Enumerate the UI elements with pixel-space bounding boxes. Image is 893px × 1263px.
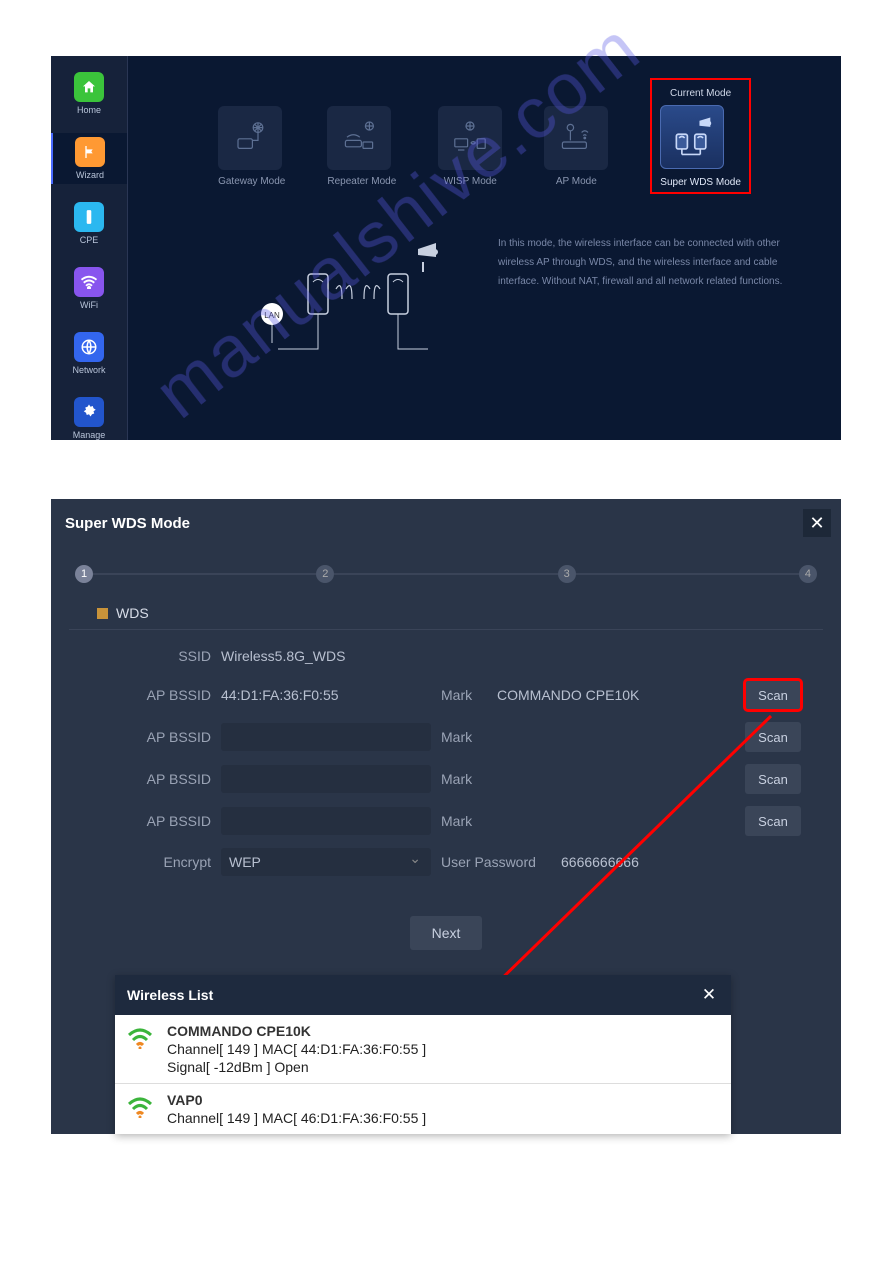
superwds-icon: [660, 105, 724, 169]
mode-row: Gateway Mode Repeater Mode WISP Mode AP …: [128, 56, 841, 194]
sidebar-label: WiFi: [80, 300, 98, 310]
wifi-signal-icon: [127, 1092, 155, 1123]
bssid-input-4[interactable]: [221, 807, 431, 835]
mark-label: Mark: [441, 729, 487, 745]
sidebar-item-home[interactable]: Home: [51, 68, 127, 119]
wireless-item-meta: Channel[ 149 ] MAC[ 46:D1:FA:36:F0:55 ]: [167, 1110, 426, 1126]
step-3: 3: [558, 565, 576, 583]
current-mode-label: Current Mode: [660, 88, 741, 99]
step-2: 2: [316, 565, 334, 583]
sidebar-label: CPE: [80, 235, 99, 245]
mode-superwds[interactable]: Current Mode Super WDS Mode: [650, 78, 751, 194]
scan-button-3[interactable]: Scan: [745, 764, 801, 794]
wireless-list-popup: Wireless List ✕ COMMANDO CPE10K Channel[…: [115, 975, 731, 1134]
wifi-signal-icon: [127, 1023, 155, 1054]
gear-icon: [74, 397, 104, 427]
cpe-icon: [74, 202, 104, 232]
mode-ap[interactable]: AP Mode: [544, 106, 608, 194]
sidebar-item-cpe[interactable]: CPE: [51, 198, 127, 249]
mark-label: Mark: [441, 813, 487, 829]
bssid-label: AP BSSID: [91, 729, 211, 745]
wireless-list-item[interactable]: COMMANDO CPE10K Channel[ 149 ] MAC[ 44:D…: [115, 1015, 731, 1084]
wds-form: SSID Wireless5.8G_WDS AP BSSID 44:D1:FA:…: [51, 630, 841, 876]
wisp-icon: [438, 106, 502, 170]
globe-icon: [74, 332, 104, 362]
ssid-input[interactable]: Wireless5.8G_WDS: [221, 644, 431, 668]
sidebar-label: Network: [72, 365, 105, 375]
wireless-item-meta: Signal[ -12dBm ] Open: [167, 1059, 426, 1075]
password-label: User Password: [441, 854, 551, 870]
wireless-list-title: Wireless List: [127, 987, 213, 1003]
sidebar-item-wifi[interactable]: WiFi: [51, 263, 127, 314]
mark-label: Mark: [441, 771, 487, 787]
scan-button-2[interactable]: Scan: [745, 722, 801, 752]
wizard-main: Gateway Mode Repeater Mode WISP Mode AP …: [128, 56, 841, 440]
sidebar-item-manage[interactable]: Manage: [51, 393, 127, 444]
svg-text:LAN: LAN: [264, 311, 280, 320]
sidebar: Home Wizard CPE WiFi Network: [51, 56, 128, 440]
wifi-icon: [74, 267, 104, 297]
sidebar-label: Home: [77, 105, 101, 115]
bssid-label: AP BSSID: [91, 813, 211, 829]
wireless-item-meta: Channel[ 149 ] MAC[ 44:D1:FA:36:F0:55 ]: [167, 1041, 426, 1057]
mark-label: Mark: [441, 687, 487, 703]
home-icon: [74, 72, 104, 102]
scan-button-1[interactable]: Scan: [745, 680, 801, 710]
encrypt-label: Encrypt: [91, 854, 211, 870]
modal-title: Super WDS Mode: [65, 515, 190, 532]
step-4: 4: [799, 565, 817, 583]
bssid-label: AP BSSID: [91, 771, 211, 787]
wireless-item-name: COMMANDO CPE10K: [167, 1023, 426, 1039]
step-indicator: 1 2 3 4: [51, 547, 841, 605]
bssid-input-1[interactable]: 44:D1:FA:36:F0:55: [221, 683, 431, 707]
mode-repeater[interactable]: Repeater Mode: [327, 106, 396, 194]
sidebar-item-network[interactable]: Network: [51, 328, 127, 379]
wireless-list-item[interactable]: VAP0 Channel[ 149 ] MAC[ 46:D1:FA:36:F0:…: [115, 1084, 731, 1134]
ap-icon: [544, 106, 608, 170]
mark-input-1[interactable]: COMMANDO CPE10K: [497, 687, 677, 703]
mode-description: In this mode, the wireless interface can…: [498, 234, 801, 364]
bssid-input-2[interactable]: [221, 723, 431, 751]
section-label: WDS: [116, 605, 149, 621]
close-icon: ✕: [809, 513, 824, 534]
repeater-icon: [327, 106, 391, 170]
section-marker-icon: [97, 608, 108, 619]
wireless-item-name: VAP0: [167, 1092, 426, 1108]
step-1: 1: [75, 565, 93, 583]
modal-close-button[interactable]: ✕: [803, 509, 831, 537]
flag-icon: [75, 137, 105, 167]
mode-label: Repeater Mode: [327, 176, 396, 187]
mode-wisp[interactable]: WISP Mode: [438, 106, 502, 194]
mode-label: WISP Mode: [438, 176, 502, 187]
scan-button-4[interactable]: Scan: [745, 806, 801, 836]
encrypt-select[interactable]: WEP: [221, 848, 431, 876]
gateway-icon: [218, 106, 282, 170]
password-input[interactable]: 6666666666: [561, 854, 741, 870]
close-icon: ✕: [702, 985, 716, 1005]
superwds-modal: Super WDS Mode ✕ 1 2 3 4 WDS SSID Wirele…: [51, 499, 841, 1134]
mode-label: Super WDS Mode: [660, 177, 741, 188]
sidebar-label: Wizard: [76, 170, 104, 180]
mode-diagram: LAN: [258, 234, 468, 364]
bssid-label: AP BSSID: [91, 687, 211, 703]
next-button[interactable]: Next: [410, 916, 482, 950]
sidebar-item-wizard[interactable]: Wizard: [51, 133, 127, 184]
ssid-label: SSID: [91, 648, 211, 664]
mode-label: Gateway Mode: [218, 176, 285, 187]
mode-label: AP Mode: [544, 176, 608, 187]
wireless-list-close-button[interactable]: ✕: [697, 983, 721, 1007]
wizard-mode-panel: Home Wizard CPE WiFi Network: [51, 56, 841, 440]
mode-gateway[interactable]: Gateway Mode: [218, 106, 285, 194]
sidebar-label: Manage: [73, 430, 106, 440]
bssid-input-3[interactable]: [221, 765, 431, 793]
